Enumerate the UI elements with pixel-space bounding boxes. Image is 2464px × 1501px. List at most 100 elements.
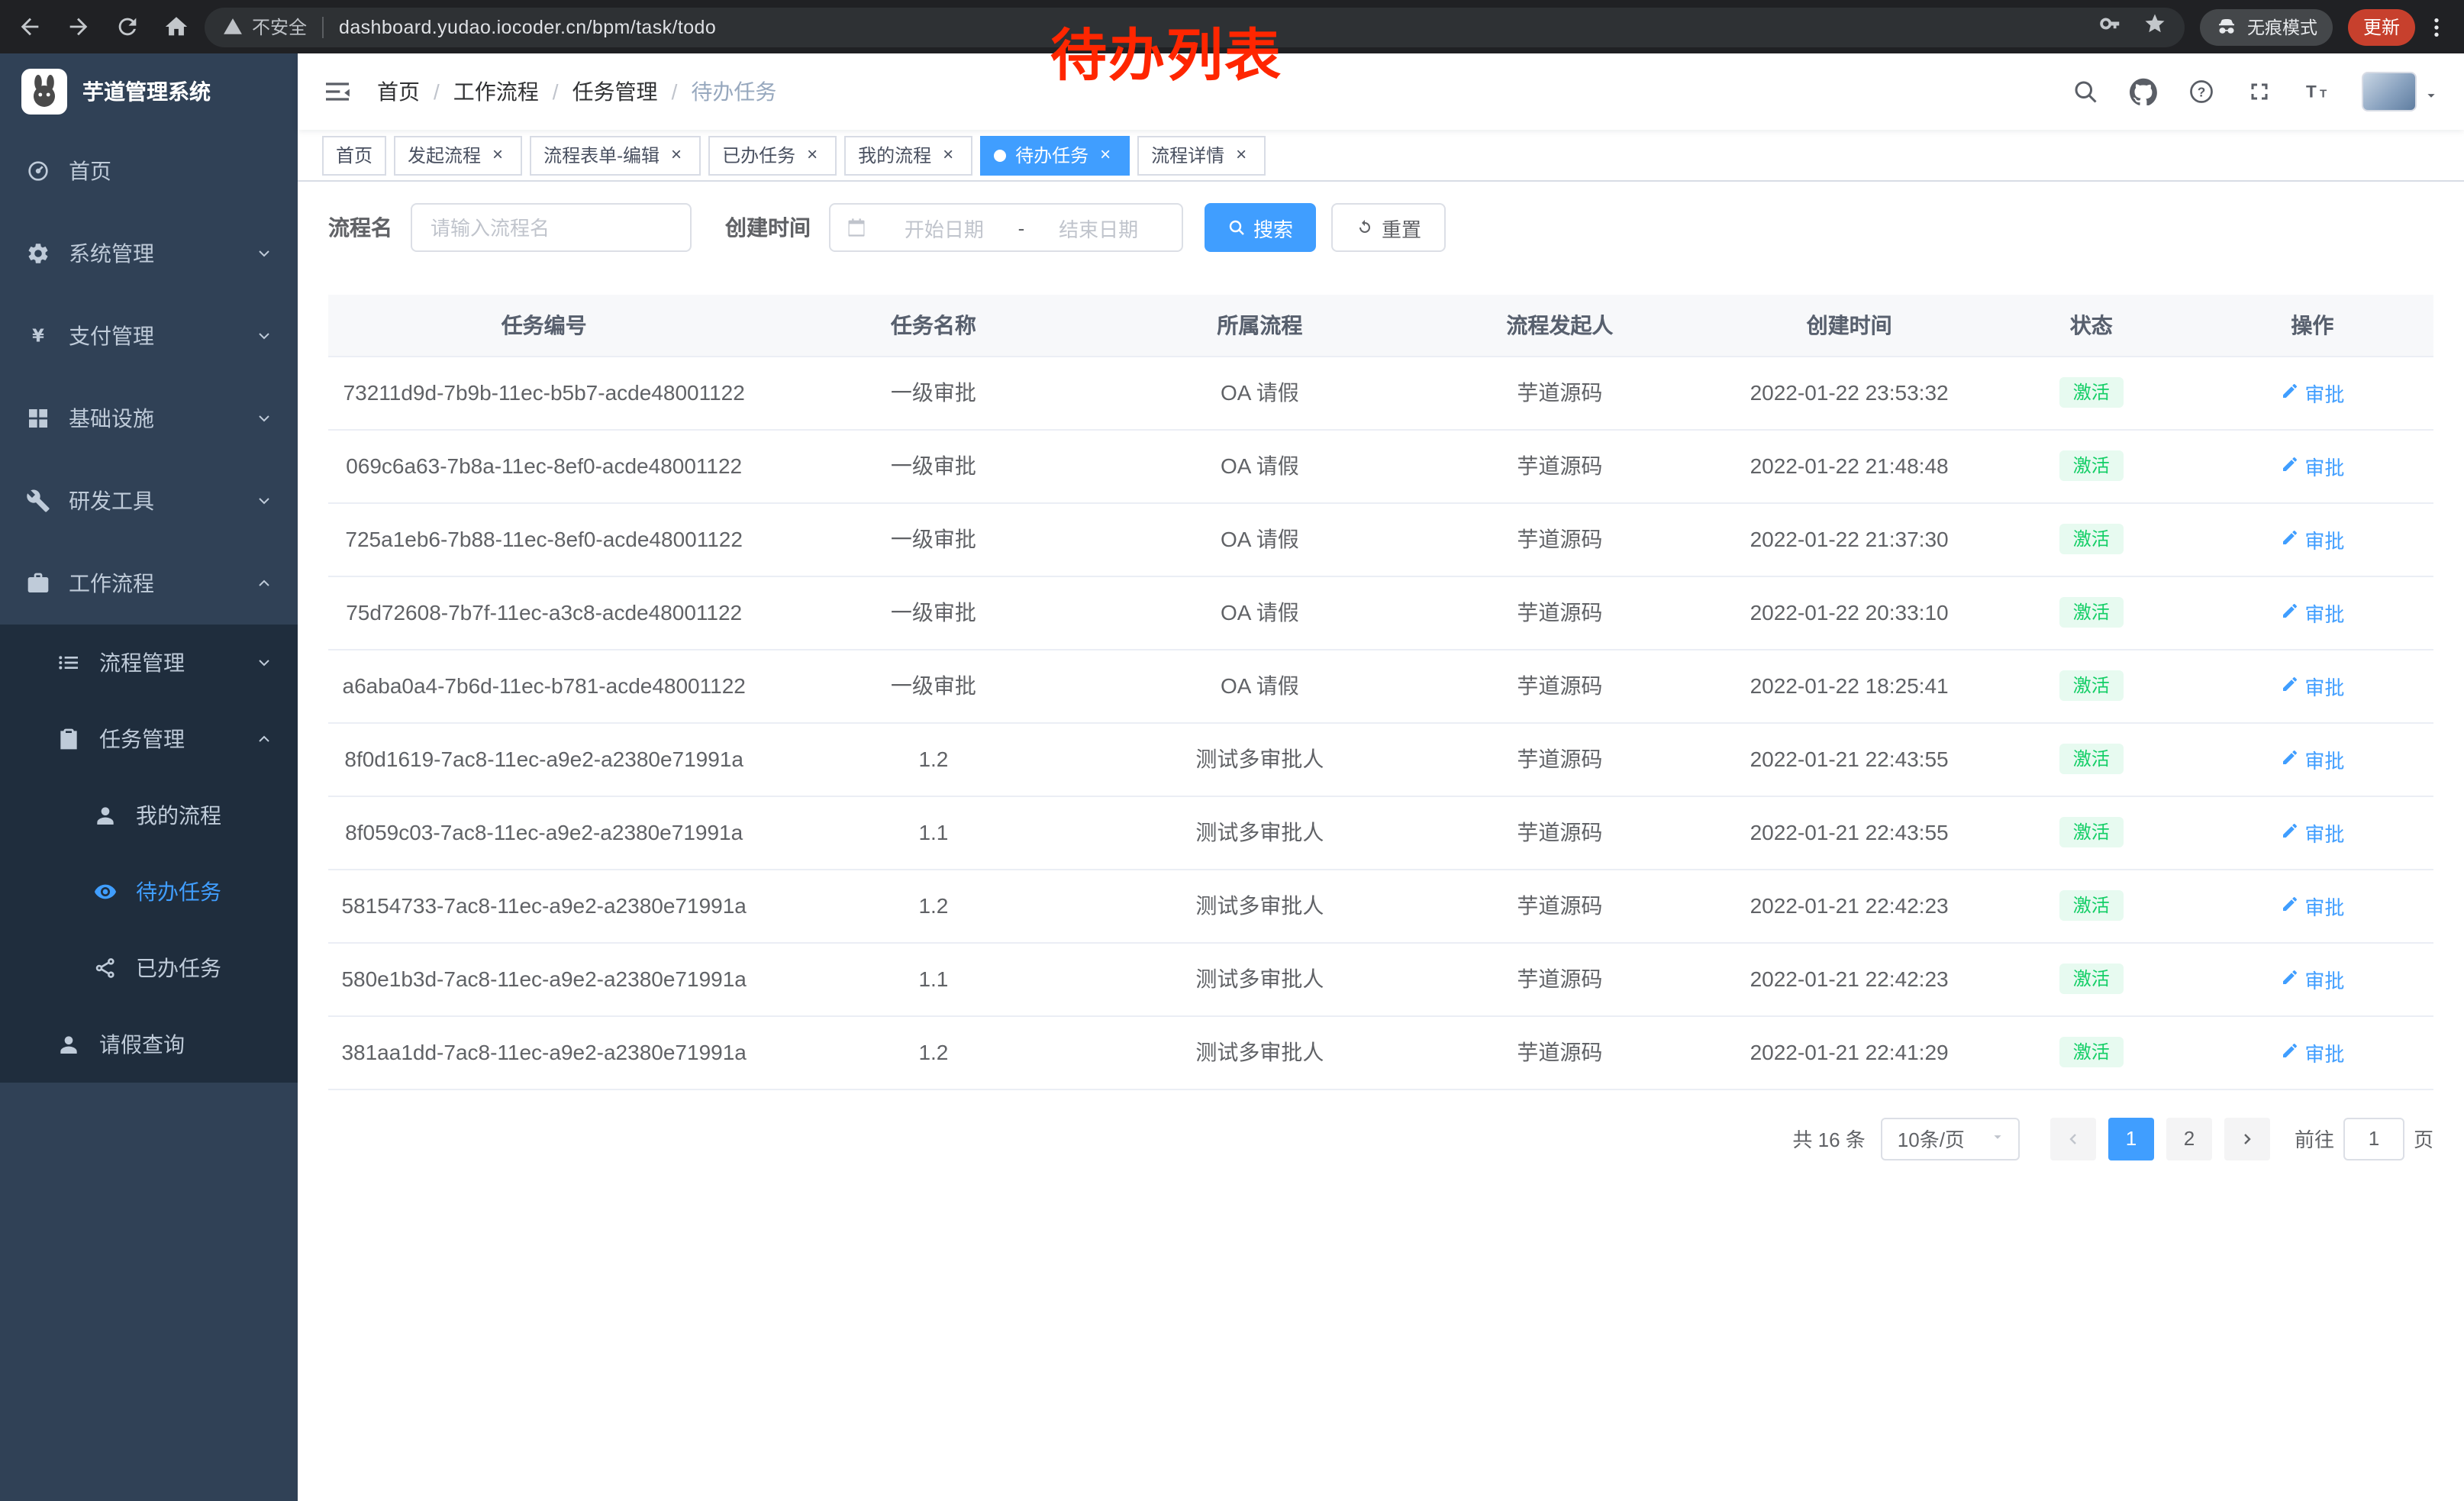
close-icon[interactable]: × (1230, 144, 1252, 166)
tab-process-form-edit[interactable]: 流程表单-编辑× (530, 135, 701, 175)
user-avatar[interactable] (2362, 72, 2440, 111)
process-cell: OA 请假 (1107, 649, 1412, 722)
github-icon[interactable] (2130, 78, 2157, 105)
font-size-icon[interactable]: TT (2304, 78, 2331, 105)
goto-page-input[interactable] (2343, 1117, 2404, 1160)
breadcrumb-item[interactable]: 工作流程 (453, 76, 539, 107)
sidebar-item-payment-mgmt[interactable]: ¥支付管理 (0, 295, 298, 377)
process-name-input[interactable] (411, 203, 692, 252)
approve-button[interactable]: 审批 (2280, 744, 2344, 773)
back-icon[interactable] (15, 13, 43, 40)
reload-icon[interactable] (113, 13, 140, 40)
breadcrumb-item[interactable]: 首页 (377, 76, 420, 107)
range-separator: - (1012, 216, 1031, 239)
sidebar-toggle-icon[interactable] (322, 76, 353, 107)
created-cell: 2022-01-22 21:48:48 (1707, 429, 1991, 502)
task-id-cell: 725a1eb6-7b88-11ec-8ef0-acde48001122 (328, 502, 760, 576)
key-icon[interactable] (2099, 11, 2122, 42)
forward-icon[interactable] (64, 13, 92, 40)
date-range-picker[interactable]: 开始日期 - 结束日期 (829, 203, 1183, 252)
sidebar-item-label: 待办任务 (136, 876, 221, 907)
logo-avatar (21, 69, 67, 115)
breadcrumb-item[interactable]: 任务管理 (572, 76, 658, 107)
incognito-badge: 无痕模式 (2200, 8, 2333, 45)
sidebar-item-todo-tasks[interactable]: 待办任务 (0, 854, 298, 930)
sidebar-item-home[interactable]: 首页 (0, 130, 298, 212)
chevron-down-icon (255, 327, 273, 345)
sidebar-item-system-mgmt[interactable]: 系统管理 (0, 212, 298, 295)
approve-button[interactable]: 审批 (2280, 891, 2344, 920)
action-cell: 审批 (2191, 649, 2433, 722)
close-icon[interactable]: × (801, 144, 823, 166)
prev-page-button[interactable] (2050, 1117, 2096, 1160)
sidebar-item-leave-query[interactable]: 请假查询 (0, 1006, 298, 1083)
sidebar-item-done-tasks[interactable]: 已办任务 (0, 930, 298, 1006)
approve-button[interactable]: 审批 (2280, 378, 2344, 407)
column-header: 所属流程 (1107, 295, 1412, 356)
approve-button[interactable]: 审批 (2280, 451, 2344, 480)
approve-button[interactable]: 审批 (2280, 525, 2344, 554)
tab-done-tasks[interactable]: 已办任务× (708, 135, 837, 175)
question-icon[interactable]: ? (2188, 78, 2215, 105)
wrench-icon (24, 488, 50, 514)
task-name-cell: 一级审批 (760, 429, 1107, 502)
reset-button[interactable]: 重置 (1331, 203, 1446, 252)
task-id-cell: 58154733-7ac8-11ec-a9e2-a2380e71991a (328, 869, 760, 942)
search-icon[interactable] (2072, 78, 2099, 105)
sidebar-item-task-mgmt[interactable]: 任务管理 (0, 701, 298, 777)
close-icon[interactable]: × (666, 144, 687, 166)
annotation-text: 待办列表 (1050, 9, 1282, 92)
status-badge: 激活 (2059, 1037, 2124, 1067)
svg-text:T: T (2320, 88, 2327, 101)
approve-button[interactable]: 审批 (2280, 964, 2344, 993)
person-icon (92, 802, 118, 828)
approve-button[interactable]: 审批 (2280, 671, 2344, 700)
next-page-button[interactable] (2224, 1117, 2270, 1160)
approve-button[interactable]: 审批 (2280, 818, 2344, 847)
eye-icon (92, 879, 118, 905)
page-unit-label: 页 (2414, 1124, 2433, 1153)
page-button-2[interactable]: 2 (2166, 1117, 2212, 1160)
action-cell: 审批 (2191, 796, 2433, 869)
status-cell: 激活 (1992, 722, 2191, 796)
sidebar-item-infrastructure[interactable]: 基础设施 (0, 377, 298, 460)
page-button-1[interactable]: 1 (2108, 1117, 2154, 1160)
update-button[interactable]: 更新 (2348, 8, 2415, 45)
approve-label: 审批 (2304, 744, 2344, 773)
approve-button[interactable]: 审批 (2280, 598, 2344, 627)
action-cell: 审批 (2191, 942, 2433, 1015)
initiator-cell: 芋道源码 (1412, 502, 1707, 576)
menu-dots-icon[interactable] (2424, 15, 2449, 39)
home-icon[interactable] (162, 13, 189, 40)
approve-label: 审批 (2304, 891, 2344, 920)
task-name-cell: 一级审批 (760, 356, 1107, 429)
sidebar-menu: 首页系统管理¥支付管理基础设施研发工具工作流程流程管理任务管理我的流程待办任务已… (0, 130, 298, 1083)
tab-start-process[interactable]: 发起流程× (394, 135, 522, 175)
close-icon[interactable]: × (1095, 144, 1116, 166)
security-chip[interactable]: 不安全 (223, 14, 307, 40)
tab-todo-tasks[interactable]: 待办任务× (980, 135, 1130, 175)
approve-label: 审批 (2304, 598, 2344, 627)
sidebar-item-dev-tools[interactable]: 研发工具 (0, 460, 298, 542)
fullscreen-icon[interactable] (2246, 78, 2273, 105)
bookmark-star-icon[interactable] (2143, 11, 2166, 42)
initiator-cell: 芋道源码 (1412, 356, 1707, 429)
table-row: 381aa1dd-7ac8-11ec-a9e2-a2380e71991a1.2测… (328, 1015, 2433, 1089)
sidebar-item-my-process[interactable]: 我的流程 (0, 777, 298, 854)
page-size-select[interactable]: 10条/页 (1881, 1117, 2020, 1160)
column-header: 任务名称 (760, 295, 1107, 356)
sidebar-item-workflow[interactable]: 工作流程 (0, 542, 298, 625)
table-row: 8f059c03-7ac8-11ec-a9e2-a2380e71991a1.1测… (328, 796, 2433, 869)
close-icon[interactable]: × (937, 144, 959, 166)
tab-label: 流程详情 (1151, 142, 1224, 168)
tab-process-detail[interactable]: 流程详情 × (1137, 135, 1266, 175)
tab-home[interactable]: 首页 (322, 135, 386, 175)
created-cell: 2022-01-22 20:33:10 (1707, 576, 1991, 649)
sidebar-item-process-mgmt[interactable]: 流程管理 (0, 625, 298, 701)
search-button[interactable]: 搜索 (1205, 203, 1316, 252)
tab-my-process[interactable]: 我的流程× (844, 135, 972, 175)
approve-button[interactable]: 审批 (2280, 1038, 2344, 1067)
screen: 不安全 dashboard.yudao.iocoder.cn/bpm/task/… (0, 0, 2464, 1501)
close-icon[interactable]: × (487, 144, 508, 166)
initiator-cell: 芋道源码 (1412, 722, 1707, 796)
